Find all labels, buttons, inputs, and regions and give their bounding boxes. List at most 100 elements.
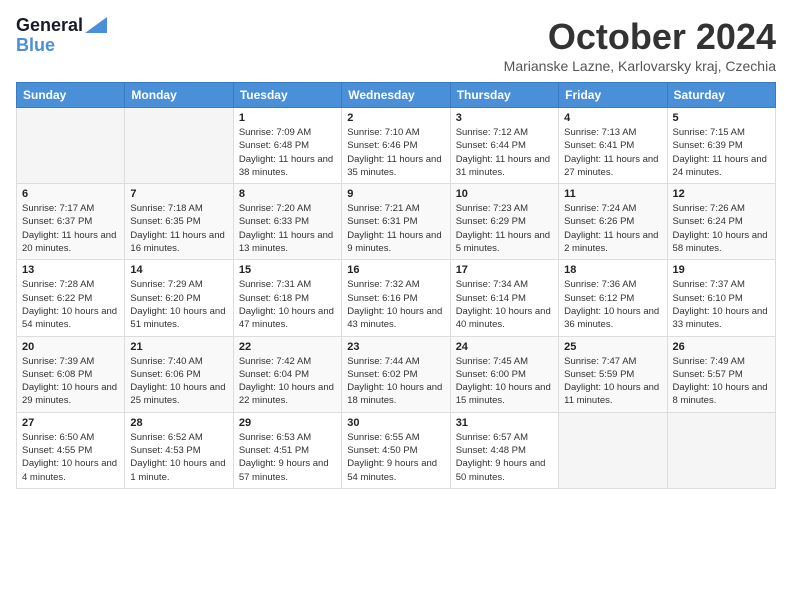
day-info: Sunrise: 7:32 AM Sunset: 6:16 PM Dayligh… <box>347 278 444 331</box>
day-info: Sunrise: 7:45 AM Sunset: 6:00 PM Dayligh… <box>456 355 553 408</box>
calendar-cell <box>125 108 233 184</box>
calendar-body: 1Sunrise: 7:09 AM Sunset: 6:48 PM Daylig… <box>17 108 776 489</box>
calendar-cell: 8 Sunrise: 7:20 AM Sunset: 6:33 PM Daylig… <box>233 184 341 260</box>
day-number: 1 <box>239 112 336 124</box>
day-info: Sunrise: 7:49 AM Sunset: 5:57 PM Dayligh… <box>673 355 770 408</box>
day-info: Sunrise: 7:47 AM Sunset: 5:59 PM Dayligh… <box>564 355 661 408</box>
day-info: Sunrise: 7:15 AM Sunset: 6:39 PM Dayligh… <box>673 126 770 179</box>
day-info: Sunrise: 7:23 AM Sunset: 6:29 PM Dayligh… <box>456 202 553 255</box>
day-number: 11 <box>564 188 661 200</box>
calendar-cell: 3 Sunrise: 7:12 AM Sunset: 6:44 PM Daylig… <box>450 108 558 184</box>
calendar-cell: 21 Sunrise: 7:40 AM Sunset: 6:06 PM Dayli… <box>125 336 233 412</box>
title-section: October 2024 Marianske Lazne, Karlovarsk… <box>504 16 776 74</box>
day-info: Sunrise: 6:52 AM Sunset: 4:53 PM Dayligh… <box>130 431 227 484</box>
day-info: Sunrise: 7:10 AM Sunset: 6:46 PM Dayligh… <box>347 126 444 179</box>
day-info: Sunrise: 7:29 AM Sunset: 6:20 PM Dayligh… <box>130 278 227 331</box>
calendar-cell <box>667 412 775 488</box>
calendar-cell: 17 Sunrise: 7:34 AM Sunset: 6:14 PM Dayli… <box>450 260 558 336</box>
day-number: 16 <box>347 264 444 276</box>
calendar-week-1: 1Sunrise: 7:09 AM Sunset: 6:48 PM Daylig… <box>17 108 776 184</box>
calendar-cell: 9Sunrise: 7:21 AM Sunset: 6:31 PM Daylig… <box>342 184 450 260</box>
day-number: 17 <box>456 264 553 276</box>
day-info: Sunrise: 6:55 AM Sunset: 4:50 PM Dayligh… <box>347 431 444 484</box>
day-info: Sunrise: 6:50 AM Sunset: 4:55 PM Dayligh… <box>22 431 119 484</box>
calendar-week-2: 6 Sunrise: 7:17 AM Sunset: 6:37 PM Daylig… <box>17 184 776 260</box>
calendar-cell: 24 Sunrise: 7:45 AM Sunset: 6:00 PM Dayli… <box>450 336 558 412</box>
day-number: 13 <box>22 264 119 276</box>
day-number: 31 <box>456 417 553 429</box>
calendar-cell: 26 Sunrise: 7:49 AM Sunset: 5:57 PM Dayli… <box>667 336 775 412</box>
day-header-thursday: Thursday <box>450 83 558 108</box>
calendar-cell: 16 Sunrise: 7:32 AM Sunset: 6:16 PM Dayli… <box>342 260 450 336</box>
day-header-monday: Monday <box>125 83 233 108</box>
day-number: 26 <box>673 341 770 353</box>
day-number: 8 <box>239 188 336 200</box>
day-number: 12 <box>673 188 770 200</box>
day-info: Sunrise: 7:26 AM Sunset: 6:24 PM Dayligh… <box>673 202 770 255</box>
day-info: Sunrise: 7:44 AM Sunset: 6:02 PM Dayligh… <box>347 355 444 408</box>
day-info: Sunrise: 7:40 AM Sunset: 6:06 PM Dayligh… <box>130 355 227 408</box>
calendar-cell: 31Sunrise: 6:57 AM Sunset: 4:48 PM Dayli… <box>450 412 558 488</box>
calendar-cell: 13Sunrise: 7:28 AM Sunset: 6:22 PM Dayli… <box>17 260 125 336</box>
day-number: 7 <box>130 188 227 200</box>
calendar-cell: 4Sunrise: 7:13 AM Sunset: 6:41 PM Daylig… <box>559 108 667 184</box>
calendar-cell: 15 Sunrise: 7:31 AM Sunset: 6:18 PM Dayli… <box>233 260 341 336</box>
day-info: Sunrise: 6:53 AM Sunset: 4:51 PM Dayligh… <box>239 431 336 484</box>
calendar-cell: 23Sunrise: 7:44 AM Sunset: 6:02 PM Dayli… <box>342 336 450 412</box>
day-info: Sunrise: 7:18 AM Sunset: 6:35 PM Dayligh… <box>130 202 227 255</box>
logo-text-general: General <box>16 16 83 36</box>
calendar-cell: 10 Sunrise: 7:23 AM Sunset: 6:29 PM Dayli… <box>450 184 558 260</box>
day-number: 14 <box>130 264 227 276</box>
calendar-cell: 6 Sunrise: 7:17 AM Sunset: 6:37 PM Daylig… <box>17 184 125 260</box>
calendar-cell: 12 Sunrise: 7:26 AM Sunset: 6:24 PM Dayli… <box>667 184 775 260</box>
day-info: Sunrise: 7:34 AM Sunset: 6:14 PM Dayligh… <box>456 278 553 331</box>
day-number: 10 <box>456 188 553 200</box>
day-number: 30 <box>347 417 444 429</box>
day-info: Sunrise: 7:37 AM Sunset: 6:10 PM Dayligh… <box>673 278 770 331</box>
calendar-week-3: 13Sunrise: 7:28 AM Sunset: 6:22 PM Dayli… <box>17 260 776 336</box>
calendar-cell: 29 Sunrise: 6:53 AM Sunset: 4:51 PM Dayli… <box>233 412 341 488</box>
calendar-cell: 5 Sunrise: 7:15 AM Sunset: 6:39 PM Daylig… <box>667 108 775 184</box>
calendar-cell: 11 Sunrise: 7:24 AM Sunset: 6:26 PM Dayli… <box>559 184 667 260</box>
day-info: Sunrise: 7:24 AM Sunset: 6:26 PM Dayligh… <box>564 202 661 255</box>
day-number: 19 <box>673 264 770 276</box>
month-title: October 2024 <box>504 16 776 58</box>
calendar-cell: 19 Sunrise: 7:37 AM Sunset: 6:10 PM Dayli… <box>667 260 775 336</box>
day-info: Sunrise: 7:17 AM Sunset: 6:37 PM Dayligh… <box>22 202 119 255</box>
day-info: Sunrise: 7:20 AM Sunset: 6:33 PM Dayligh… <box>239 202 336 255</box>
day-info: Sunrise: 7:31 AM Sunset: 6:18 PM Dayligh… <box>239 278 336 331</box>
day-number: 24 <box>456 341 553 353</box>
day-number: 29 <box>239 417 336 429</box>
day-info: Sunrise: 7:39 AM Sunset: 6:08 PM Dayligh… <box>22 355 119 408</box>
calendar-cell: 18Sunrise: 7:36 AM Sunset: 6:12 PM Dayli… <box>559 260 667 336</box>
day-header-friday: Friday <box>559 83 667 108</box>
day-info: Sunrise: 7:42 AM Sunset: 6:04 PM Dayligh… <box>239 355 336 408</box>
calendar-cell: 20Sunrise: 7:39 AM Sunset: 6:08 PM Dayli… <box>17 336 125 412</box>
page-header: General Blue October 2024 Marianske Lazn… <box>16 16 776 74</box>
day-number: 27 <box>22 417 119 429</box>
day-number: 9 <box>347 188 444 200</box>
day-header-tuesday: Tuesday <box>233 83 341 108</box>
day-number: 21 <box>130 341 227 353</box>
logo: General Blue <box>16 16 107 56</box>
day-info: Sunrise: 7:36 AM Sunset: 6:12 PM Dayligh… <box>564 278 661 331</box>
day-number: 6 <box>22 188 119 200</box>
calendar-cell <box>559 412 667 488</box>
calendar-cell: 27 Sunrise: 6:50 AM Sunset: 4:55 PM Dayli… <box>17 412 125 488</box>
calendar-cell: 1Sunrise: 7:09 AM Sunset: 6:48 PM Daylig… <box>233 108 341 184</box>
day-info: Sunrise: 7:12 AM Sunset: 6:44 PM Dayligh… <box>456 126 553 179</box>
calendar-cell: 30 Sunrise: 6:55 AM Sunset: 4:50 PM Dayli… <box>342 412 450 488</box>
day-number: 5 <box>673 112 770 124</box>
day-info: Sunrise: 7:13 AM Sunset: 6:41 PM Dayligh… <box>564 126 661 179</box>
calendar-table: SundayMondayTuesdayWednesdayThursdayFrid… <box>16 82 776 489</box>
calendar-cell: 25Sunrise: 7:47 AM Sunset: 5:59 PM Dayli… <box>559 336 667 412</box>
day-number: 3 <box>456 112 553 124</box>
logo-text-blue: Blue <box>16 36 55 56</box>
day-number: 2 <box>347 112 444 124</box>
calendar-cell: 22Sunrise: 7:42 AM Sunset: 6:04 PM Dayli… <box>233 336 341 412</box>
logo-icon <box>85 15 107 33</box>
day-header-saturday: Saturday <box>667 83 775 108</box>
day-number: 15 <box>239 264 336 276</box>
calendar-cell: 2 Sunrise: 7:10 AM Sunset: 6:46 PM Daylig… <box>342 108 450 184</box>
calendar-cell: 14 Sunrise: 7:29 AM Sunset: 6:20 PM Dayli… <box>125 260 233 336</box>
